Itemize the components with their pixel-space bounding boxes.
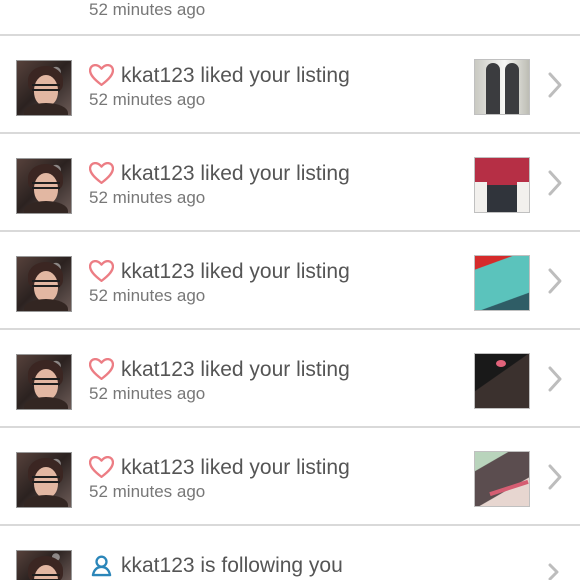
notification-time: 52 minutes ago bbox=[89, 384, 206, 403]
avatar-glasses bbox=[32, 182, 60, 189]
notification-row-like-4[interactable]: kkat123 liked your listing 52 minutes ag… bbox=[0, 330, 580, 428]
avatar-glasses bbox=[32, 476, 60, 483]
avatar[interactable] bbox=[16, 60, 72, 116]
avatar[interactable] bbox=[16, 354, 72, 410]
avatar[interactable] bbox=[16, 256, 72, 312]
chevron-right-icon[interactable] bbox=[546, 562, 564, 580]
thumbnail-logo-mark bbox=[496, 360, 506, 367]
notification-text[interactable]: kkat123 is following you bbox=[121, 551, 451, 580]
avatar-shirt bbox=[24, 103, 68, 115]
notification-row-partial-top[interactable]: 52 minutes ago bbox=[0, 0, 580, 36]
avatar-glasses bbox=[32, 84, 60, 91]
avatar-glasses bbox=[32, 280, 60, 287]
pants-left-leg bbox=[486, 63, 500, 114]
shorts-thumbnail[interactable] bbox=[474, 451, 530, 507]
avatar-shirt bbox=[24, 201, 68, 213]
shirt-thumbnail[interactable] bbox=[474, 157, 530, 213]
heart-icon bbox=[89, 358, 114, 381]
notification-time: 52 minutes ago bbox=[89, 188, 206, 207]
avatar[interactable] bbox=[16, 550, 72, 580]
notification-row-like-2[interactable]: kkat123 liked your listing 52 minutes ag… bbox=[0, 134, 580, 232]
shirt-left-sleeve bbox=[475, 182, 487, 212]
notification-time: 52 minutes ago bbox=[89, 0, 206, 19]
notification-row-like-3[interactable]: kkat123 liked your listing 52 minutes ag… bbox=[0, 232, 580, 330]
chevron-right-icon[interactable] bbox=[546, 71, 564, 99]
notification-row-like-1[interactable]: kkat123 liked your listing 52 minutes ag… bbox=[0, 36, 580, 134]
avatar-shirt bbox=[24, 299, 68, 311]
avatar-glasses bbox=[32, 574, 60, 580]
pants-right-leg bbox=[505, 63, 519, 114]
avatar[interactable] bbox=[16, 158, 72, 214]
notification-row-follow[interactable]: kkat123 is following you bbox=[0, 526, 580, 580]
teal-shirt-thumbnail[interactable] bbox=[474, 255, 530, 311]
chevron-right-icon[interactable] bbox=[546, 365, 564, 393]
notifications-feed: 52 minutes ago kkat123 liked your listin… bbox=[0, 0, 580, 580]
chevron-right-icon[interactable] bbox=[546, 267, 564, 295]
notification-time: 52 minutes ago bbox=[89, 90, 206, 109]
pants-thumbnail[interactable] bbox=[474, 59, 530, 115]
thumbnail-pink-band bbox=[489, 479, 529, 497]
heart-icon bbox=[89, 260, 114, 283]
heart-icon bbox=[89, 456, 114, 479]
shirt-right-sleeve bbox=[517, 182, 529, 212]
notification-time: 52 minutes ago bbox=[89, 482, 206, 501]
heart-icon bbox=[89, 162, 114, 185]
avatar-shirt bbox=[24, 397, 68, 409]
avatar-shirt bbox=[24, 495, 68, 507]
chevron-right-icon[interactable] bbox=[546, 169, 564, 197]
notification-time: 52 minutes ago bbox=[89, 286, 206, 305]
avatar-glasses bbox=[32, 378, 60, 385]
user-icon bbox=[91, 555, 112, 577]
chevron-right-icon[interactable] bbox=[546, 463, 564, 491]
heart-icon bbox=[89, 64, 114, 87]
notification-row-like-5[interactable]: kkat123 liked your listing 52 minutes ag… bbox=[0, 428, 580, 526]
avatar[interactable] bbox=[16, 452, 72, 508]
dark-shorts-thumbnail[interactable] bbox=[474, 353, 530, 409]
